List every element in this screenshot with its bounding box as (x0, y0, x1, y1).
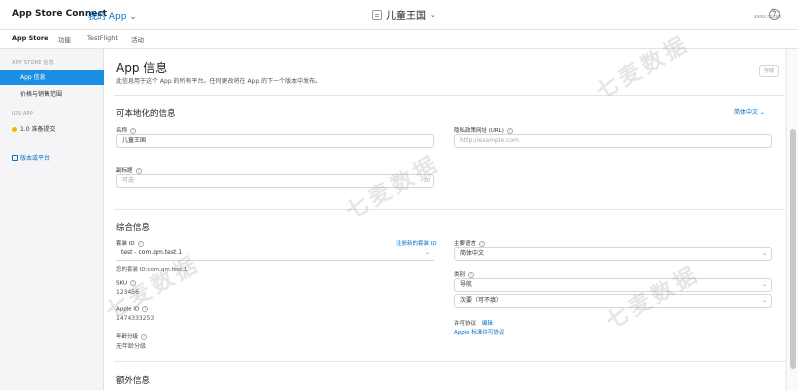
scrollbar[interactable] (786, 49, 798, 390)
category-label: 类别? (454, 270, 475, 278)
primary-language-label: 主要语言? (454, 239, 486, 247)
bundle-id-label: 套装 ID? (116, 239, 144, 247)
sidebar-section-ios: iOS APP (12, 111, 33, 117)
main-content: App 信息 此信息用于这个 App 的所有平台。任何更改将在 App 的下一个… (104, 49, 785, 390)
tab-activity[interactable]: 活动 (131, 34, 144, 44)
page-title: App 信息 (116, 61, 168, 75)
scrollbar-thumb[interactable] (790, 129, 796, 369)
help-icon[interactable]: ? (479, 240, 486, 247)
name-input[interactable]: 儿童王国 (116, 134, 434, 148)
primary-category-value: 导航 (460, 281, 473, 288)
divider (114, 361, 785, 362)
age-rating-value: 无年龄分级 (116, 343, 147, 350)
chevron-down-icon: ⌄ (424, 249, 430, 256)
sidebar-section-app-store: APP STORE 信息 (12, 60, 54, 66)
section-title-localizable: 可本地化的信息 (116, 109, 176, 119)
sidebar-item-version-label: 1.0 准备提交 (20, 126, 56, 133)
primary-language-select[interactable]: 简体中文 ⌄ (454, 247, 772, 261)
bundle-id-select[interactable]: test - com.qm.test.1 ⌄ (116, 247, 434, 261)
divider (114, 95, 785, 96)
register-bundle-link[interactable]: 注册新的套装 ID (396, 239, 437, 247)
license-agreement-link[interactable]: Apple 标准许可协议 (454, 328, 504, 336)
chevron-down-icon: ⌄ (761, 250, 767, 257)
privacy-url-input[interactable]: http://example.com (454, 134, 772, 148)
help-button[interactable]: ? (769, 9, 780, 20)
help-icon[interactable]: ? (137, 240, 144, 247)
chevron-down-icon: ⌄ (761, 297, 767, 304)
sidebar: APP STORE 信息 App 信息 价格与销售范围 iOS APP 1.0 … (0, 49, 104, 390)
name-label: 名称? (116, 126, 137, 134)
sidebar-item-version[interactable]: 1.0 准备提交 (0, 122, 104, 137)
section-title-additional: 额外信息 (116, 376, 151, 386)
tab-testflight[interactable]: TestFlight (87, 34, 118, 42)
chevron-down-icon: ⌄ (430, 10, 436, 19)
app-name: 儿童王国 (386, 11, 426, 22)
sidebar-add-platform-label: 版本或平台 (20, 155, 51, 162)
add-icon (12, 155, 18, 161)
divider (114, 209, 785, 210)
privacy-url-label: 隐私政策网址 (URL)? (454, 126, 513, 134)
save-button[interactable]: 存储 (759, 65, 779, 77)
license-label: 许可协议 编辑 (454, 319, 493, 327)
chevron-down-icon: ⌄ (761, 281, 767, 288)
page-description: 此信息用于这个 App 的所有平台。任何更改将在 App 的下一个版本中发布。 (116, 78, 322, 85)
help-icon[interactable]: ? (141, 333, 148, 340)
tab-features[interactable]: 功能 (58, 34, 71, 44)
license-edit-link[interactable]: 编辑 (482, 321, 493, 327)
my-apps-menu[interactable]: 我的 App ⌄ (88, 9, 137, 22)
license-label-text: 许可协议 (454, 321, 477, 327)
language-select[interactable]: 简体中文 ⌄ (734, 107, 765, 116)
help-icon[interactable]: ? (135, 167, 142, 174)
primary-category-select[interactable]: 导航 ⌄ (454, 278, 772, 292)
sidebar-item-app-info[interactable]: App 信息 (0, 70, 104, 85)
status-dot-icon (12, 127, 17, 132)
primary-language-value: 简体中文 (460, 250, 485, 257)
secondary-category-value: 次要（可不填） (460, 297, 503, 304)
subtitle-label: 副标题? (116, 166, 142, 174)
app-icon (372, 9, 382, 20)
app-switcher[interactable]: 儿童王国 ⌄ (372, 7, 436, 22)
age-rating-label: 年龄分级? (116, 332, 148, 340)
help-icon[interactable]: ? (506, 127, 513, 134)
section-title-general: 综合信息 (116, 223, 151, 233)
help-icon[interactable]: ? (468, 271, 475, 278)
subtitle-placeholder: 可选 (122, 177, 135, 184)
tab-app-store[interactable]: App Store (12, 34, 48, 42)
sidebar-add-platform[interactable]: 版本或平台 (0, 151, 104, 166)
sidebar-item-pricing[interactable]: 价格与销售范围 (0, 87, 104, 102)
age-rating-label-text: 年龄分级 (116, 334, 139, 340)
help-icon[interactable]: ? (130, 127, 137, 134)
